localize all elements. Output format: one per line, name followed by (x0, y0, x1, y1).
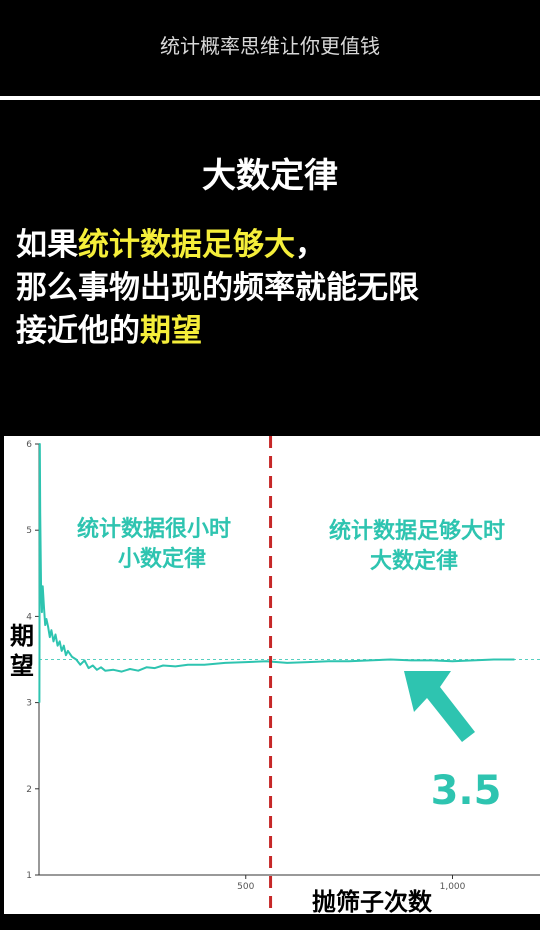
annotation-left-line1: 统计数据很小时 (77, 516, 231, 542)
value-label: 3.5 (431, 768, 502, 814)
y-axis-label-char: 期 (10, 622, 34, 650)
y-tick-label: 5 (26, 526, 32, 536)
x-axis-label: 抛筛子次数 (312, 888, 433, 914)
statement-line-3: 接近他的期望 (16, 310, 536, 353)
statement-line3-highlight: 期望 (140, 313, 202, 349)
y-tick-label: 4 (26, 612, 32, 622)
x-tick-label: 1,000 (440, 882, 466, 892)
arrow-up-left-icon (404, 671, 475, 742)
chart-panel: 1 2 3 4 5 6 500 1,000 统计数据很小时 小数定律 统计数据足够大时 大数定… (4, 436, 540, 914)
x-tick-label: 500 (237, 882, 254, 892)
statement-line3-pre: 接近他的 (16, 313, 140, 349)
annotation-right-line1: 统计数据足够大时 (329, 518, 505, 544)
convergence-chart: 1 2 3 4 5 6 500 1,000 统计数据很小时 小数定律 统计数据足够大时 大数定… (10, 436, 540, 914)
statement-line1-post: ， (295, 227, 326, 263)
statement-line1-pre: 如果 (16, 227, 78, 263)
y-tick-label: 3 (26, 699, 32, 709)
law-statement: 如果统计数据足够大， 那么事物出现的频率就能无限 接近他的期望 (16, 224, 536, 353)
y-tick-label: 1 (26, 871, 32, 881)
header-divider (0, 96, 540, 100)
y-tick-label: 2 (26, 785, 32, 795)
y-axis-label: 期望 (10, 622, 34, 680)
annotation-right-line2: 大数定律 (370, 548, 458, 574)
y-tick-label: 6 (26, 440, 32, 450)
statement-line-1: 如果统计数据足够大， (16, 224, 536, 267)
y-axis-label-char: 望 (10, 652, 34, 680)
statement-line1-highlight: 统计数据足够大 (78, 227, 295, 263)
annotation-left-line2: 小数定律 (118, 546, 206, 572)
section-heading: 大数定律 (202, 156, 338, 196)
page-title: 统计概率思维让你更值钱 (160, 34, 380, 58)
statement-line-2: 那么事物出现的频率就能无限 (16, 270, 419, 306)
